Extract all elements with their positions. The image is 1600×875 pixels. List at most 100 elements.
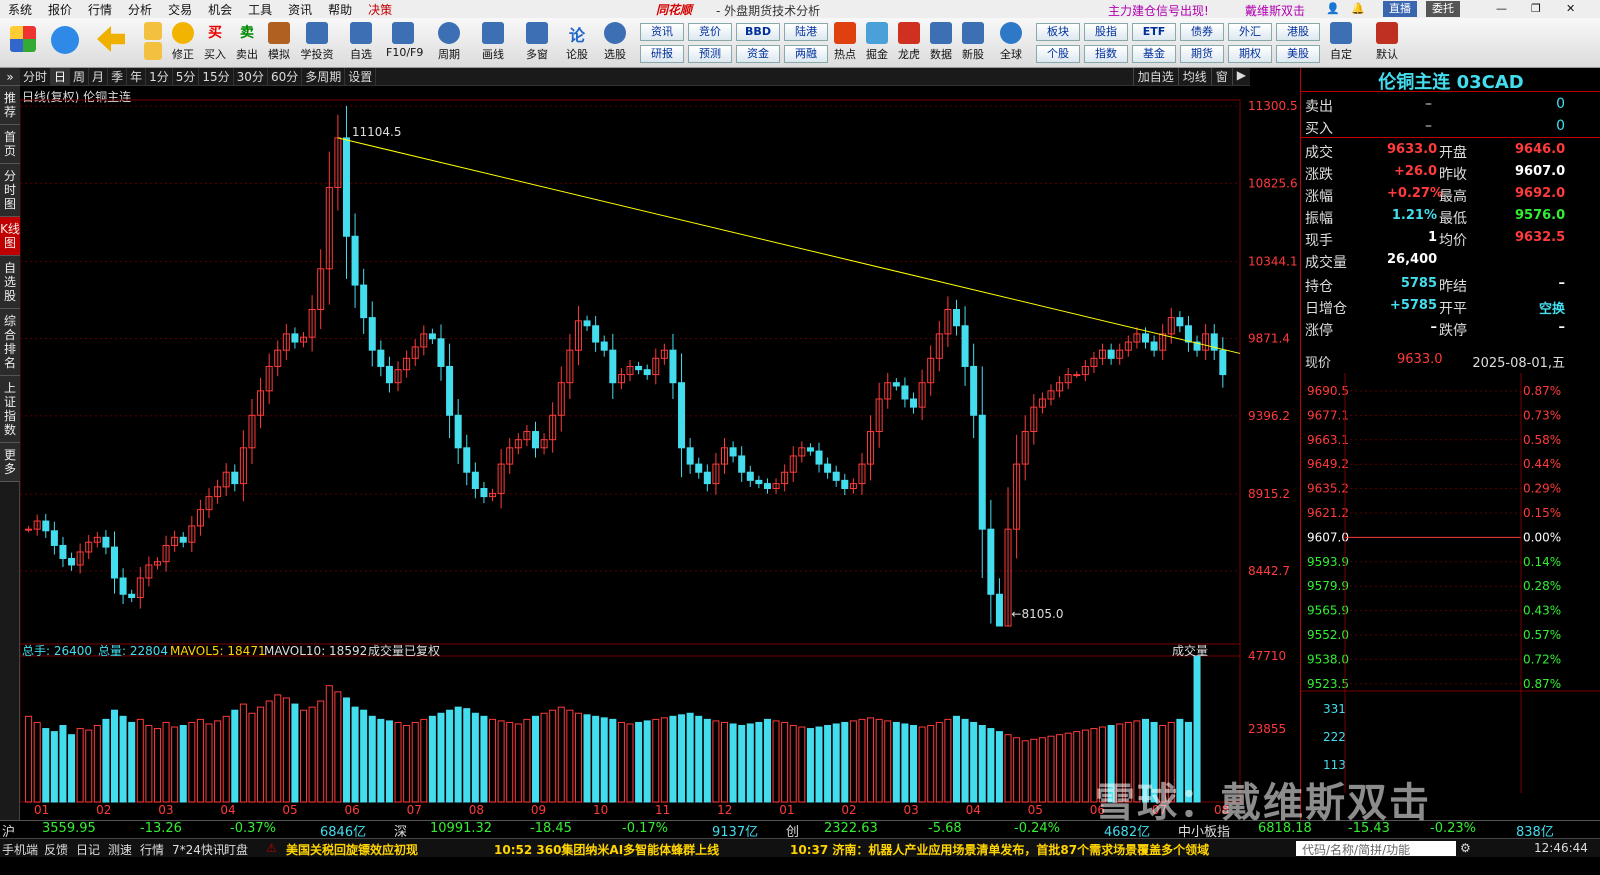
news-item[interactable]: 美国关税回旋镖效应初现 xyxy=(286,841,418,858)
simulate-button[interactable]: 模拟 xyxy=(262,20,296,66)
bond-button[interactable]: 债券 xyxy=(1180,23,1224,41)
menu-help[interactable]: 帮助 xyxy=(320,1,360,18)
period-5min[interactable]: 5分 xyxy=(173,68,200,85)
assistant-button[interactable] xyxy=(48,20,82,66)
tab-market[interactable]: 行情 xyxy=(140,841,164,858)
close-icon[interactable]: ✕ xyxy=(1560,1,1581,17)
hk-connect-button[interactable]: 陆港 xyxy=(784,23,828,41)
nav-more[interactable]: 更多 xyxy=(0,443,20,482)
user-icon[interactable]: 👤 xyxy=(1320,1,1346,17)
davis-link[interactable]: 戴维斯双击 xyxy=(1245,2,1305,19)
multiwin-button[interactable]: 多窗 xyxy=(520,20,554,66)
data-button[interactable]: 数据 xyxy=(924,20,958,66)
auction-button[interactable]: 竞价 xyxy=(688,23,732,41)
nav-kline[interactable]: K线图 xyxy=(0,217,20,256)
menu-info[interactable]: 资讯 xyxy=(280,1,320,18)
menu-opportunity[interactable]: 机会 xyxy=(200,1,240,18)
period-15min[interactable]: 15分 xyxy=(199,68,234,85)
period-60min[interactable]: 60分 xyxy=(268,68,303,85)
bell-icon[interactable]: 🔔 xyxy=(1345,1,1371,17)
options-button[interactable]: 期权 xyxy=(1228,45,1272,63)
index-futures-button[interactable]: 股指 xyxy=(1084,23,1128,41)
period-timeshare[interactable]: 分时 xyxy=(20,68,52,85)
menu-tools[interactable]: 工具 xyxy=(240,1,280,18)
up-down-button[interactable] xyxy=(136,20,170,66)
dragon-button[interactable]: 龙虎 xyxy=(892,20,926,66)
stock-button[interactable]: 个股 xyxy=(1036,45,1080,63)
learn-button[interactable]: 学投资 xyxy=(300,20,334,66)
hk-stock-button[interactable]: 港股 xyxy=(1276,23,1320,41)
menu-quote[interactable]: 报价 xyxy=(40,1,80,18)
tab-news724[interactable]: 7*24快讯 xyxy=(172,841,225,858)
margin-button[interactable]: 两融 xyxy=(784,45,828,63)
expand-icon[interactable]: » xyxy=(0,68,20,86)
us-stock-button[interactable]: 美股 xyxy=(1276,45,1320,63)
report-button[interactable]: 研报 xyxy=(640,45,684,63)
nav-sh-index[interactable]: 上证指数 xyxy=(0,376,20,443)
buy-button[interactable]: 买买入 xyxy=(198,20,232,66)
draw-button[interactable]: 画线 xyxy=(476,20,510,66)
tab-watch[interactable]: 盯盘 xyxy=(224,841,248,858)
period-month[interactable]: 月 xyxy=(89,68,109,85)
menu-trade[interactable]: 交易 xyxy=(160,1,200,18)
menu-analysis[interactable]: 分析 xyxy=(120,1,160,18)
fix-button[interactable]: 修正 xyxy=(166,20,200,66)
intraday-mini-chart[interactable]: 9690.5 0.87% 9677.1 0.73% 9663.1 0.58% 9649.2 0… xyxy=(1301,373,1600,828)
tab-feedback[interactable]: 反馈 xyxy=(44,841,68,858)
search-input[interactable]: 代码/名称/简拼/功能 xyxy=(1296,841,1456,857)
window-button[interactable]: 窗 xyxy=(1210,68,1232,85)
layout-button[interactable] xyxy=(6,20,40,66)
default-button[interactable]: 默认 xyxy=(1370,20,1404,66)
tab-diary[interactable]: 日记 xyxy=(76,841,100,858)
nav-watchlist[interactable]: 自选股 xyxy=(0,256,20,309)
period-week[interactable]: 周 xyxy=(70,68,90,85)
nav-recommend[interactable]: 推荐 xyxy=(0,86,20,125)
menu-decision[interactable]: 决策 xyxy=(360,1,400,18)
f10-button[interactable]: F10/F9 xyxy=(386,20,423,66)
minimize-icon[interactable]: — xyxy=(1490,1,1513,17)
tab-speedtest[interactable]: 测速 xyxy=(108,841,132,858)
nav-timeshare[interactable]: 分时图 xyxy=(0,164,20,217)
period-quarter[interactable]: 季 xyxy=(108,68,128,85)
forecast-button[interactable]: 预测 xyxy=(688,45,732,63)
custom-button[interactable]: 自定 xyxy=(1324,20,1358,66)
period-day[interactable]: 日 xyxy=(51,68,71,85)
ipo-button[interactable]: 新股 xyxy=(956,20,990,66)
ma-button[interactable]: 均线 xyxy=(1177,68,1211,85)
nav-ranking[interactable]: 综合排名 xyxy=(0,309,20,376)
hot-button[interactable]: 热点 xyxy=(828,20,862,66)
watchlist-button[interactable]: 自选 xyxy=(344,20,378,66)
sell-button[interactable]: 卖卖出 xyxy=(230,20,264,66)
period-multi[interactable]: 多周期 xyxy=(302,68,346,85)
sector-button[interactable]: 板块 xyxy=(1036,23,1080,41)
menu-system[interactable]: 系统 xyxy=(0,1,40,18)
info-button[interactable]: 资讯 xyxy=(640,23,684,41)
signal-alert-link[interactable]: 主力建仓信号出现! xyxy=(1108,2,1209,19)
settings-icon[interactable]: ⚙ xyxy=(1460,841,1471,855)
fund-flow-button[interactable]: 资金 xyxy=(736,45,780,63)
news-item[interactable]: 10:37 济南：机器人产业应用场景清单发布，首批87个需求场景覆盖多个领域 xyxy=(790,841,1209,858)
period-settings[interactable]: 设置 xyxy=(345,68,377,85)
bbd-button[interactable]: BBD xyxy=(736,23,780,41)
global-button[interactable]: 全球 xyxy=(994,20,1028,66)
nav-home[interactable]: 首页 xyxy=(0,125,20,164)
etf-button[interactable]: ETF xyxy=(1132,23,1176,41)
live-button[interactable]: 直播 xyxy=(1383,1,1417,17)
add-watch-button[interactable]: 加自选 xyxy=(1132,68,1178,85)
forex-button[interactable]: 外汇 xyxy=(1228,23,1272,41)
order-button[interactable]: 委托 xyxy=(1426,1,1460,17)
futures-button[interactable]: 期货 xyxy=(1180,45,1224,63)
period-year[interactable]: 年 xyxy=(127,68,147,85)
play-icon[interactable]: ▶ xyxy=(1231,68,1250,85)
forum-button[interactable]: 论论股 xyxy=(560,20,594,66)
screener-button[interactable]: 选股 xyxy=(598,20,632,66)
fund-button[interactable]: 基金 xyxy=(1132,45,1176,63)
restore-icon[interactable]: ❐ xyxy=(1525,1,1547,17)
news-item[interactable]: 10:52 360集团纳米AI多智能体蜂群上线 xyxy=(494,841,719,858)
period-button[interactable]: 周期 xyxy=(432,20,466,66)
tab-mobile[interactable]: 手机端 xyxy=(2,841,38,858)
period-1min[interactable]: 1分 xyxy=(146,68,173,85)
menu-market[interactable]: 行情 xyxy=(80,1,120,18)
dig-button[interactable]: 掘金 xyxy=(860,20,894,66)
index-button[interactable]: 指数 xyxy=(1084,45,1128,63)
